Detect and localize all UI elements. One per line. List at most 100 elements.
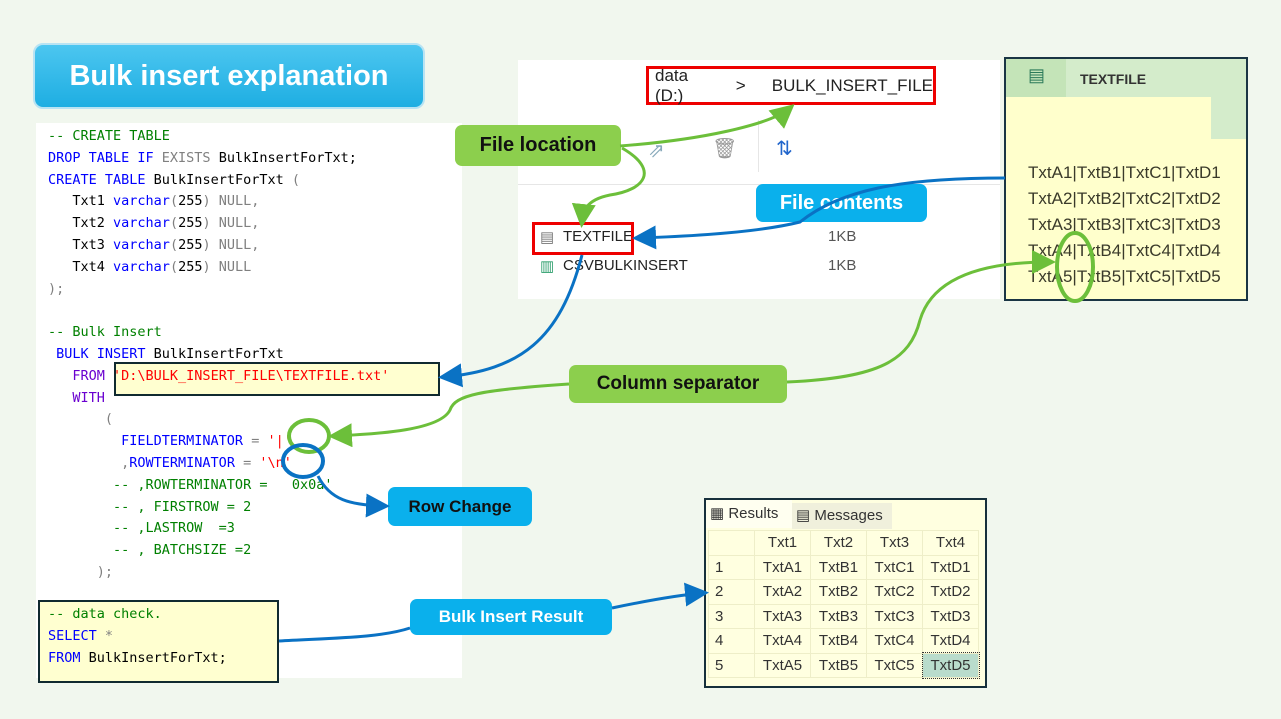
table-cell[interactable]: TxtA1 bbox=[754, 554, 811, 580]
chevron-right-icon: > bbox=[735, 75, 746, 95]
notepad-line: TxtA5|TxtB5|TxtC5|TxtD5 bbox=[1028, 267, 1221, 286]
trash-icon[interactable]: 🗑 bbox=[712, 136, 737, 161]
code-token: Txt4 bbox=[48, 258, 114, 275]
tab-messages[interactable]: ▤ Messages bbox=[792, 503, 892, 529]
code-line: -- , BATCHSIZE =2 bbox=[48, 540, 251, 560]
code-token: Txt1 bbox=[48, 193, 114, 210]
code-token: FIELDTERMINATOR bbox=[48, 433, 252, 450]
data-check-query: -- data check. SELECT * FROM BulkInsertFor… bbox=[38, 600, 279, 683]
code-token: ( bbox=[169, 258, 179, 275]
table-cell[interactable]: TxtB1 bbox=[810, 554, 867, 580]
header-row: Txt1 Txt2 Txt3 Txt4 bbox=[708, 530, 979, 556]
file-size: 1KB bbox=[828, 228, 857, 245]
code-token: * bbox=[104, 628, 114, 644]
table-row: 5 TxtA5 TxtB5 TxtC5 TxtD5 bbox=[708, 652, 980, 679]
table-cell[interactable]: TxtA3 bbox=[754, 603, 811, 629]
breadcrumb-folder[interactable]: BULK_INSERT_FILE bbox=[772, 76, 933, 96]
code-token: ( bbox=[291, 171, 300, 188]
column-header[interactable]: Txt4 bbox=[922, 530, 979, 556]
row-number[interactable]: 3 bbox=[708, 603, 755, 629]
label-row-change: Row Change bbox=[388, 487, 532, 526]
table-cell[interactable]: TxtA2 bbox=[754, 579, 811, 605]
code-line: FROM 'D:\BULK_INSERT_FILE\TEXTFILE.txt' bbox=[48, 366, 389, 386]
table-cell[interactable]: TxtC4 bbox=[866, 628, 923, 654]
code-token: EXISTS bbox=[161, 149, 219, 166]
code-line: -- , FIRSTROW = 2 bbox=[48, 497, 251, 517]
code-line: Txt3 varchar(255) NULL, bbox=[48, 235, 259, 255]
code-token: varchar bbox=[113, 237, 170, 253]
code-token: ) NULL, bbox=[202, 193, 260, 210]
row-number[interactable]: 1 bbox=[708, 554, 755, 580]
table-cell[interactable]: TxtD3 bbox=[922, 603, 979, 629]
column-header[interactable]: Txt3 bbox=[866, 530, 923, 556]
table-cell[interactable]: TxtD5 bbox=[921, 652, 980, 679]
code-token: 255 bbox=[178, 215, 203, 232]
code-line: Txt2 varchar(255) NULL, bbox=[48, 213, 259, 233]
table-cell[interactable]: TxtC1 bbox=[866, 554, 923, 580]
code-token: ( bbox=[48, 411, 114, 428]
code-token: , bbox=[48, 455, 130, 471]
table-cell[interactable]: TxtA4 bbox=[754, 628, 811, 654]
row-number[interactable]: 4 bbox=[708, 628, 755, 654]
label-file-location: File location bbox=[455, 125, 621, 166]
file-name: CSVBULKINSERT bbox=[563, 257, 688, 274]
code-token: ( bbox=[169, 237, 179, 253]
column-header[interactable]: Txt2 bbox=[810, 530, 867, 556]
notepad-line: TxtA1|TxtB1|TxtC1|TxtD1 bbox=[1028, 163, 1221, 182]
code-token: 255 bbox=[178, 193, 203, 210]
code-token: ); bbox=[48, 280, 65, 297]
table-cell[interactable]: TxtB5 bbox=[810, 652, 867, 678]
table-cell[interactable]: TxtD1 bbox=[922, 554, 979, 580]
code-token: Txt3 bbox=[48, 237, 114, 253]
code-token: Txt2 bbox=[48, 215, 114, 232]
row-number[interactable]: 5 bbox=[708, 652, 755, 678]
breadcrumb-drive[interactable]: data (D:) bbox=[655, 66, 710, 106]
code-line: -- CREATE TABLE bbox=[48, 126, 170, 146]
table-cell[interactable]: TxtC2 bbox=[866, 579, 923, 605]
code-token: varchar bbox=[113, 215, 170, 232]
notepad-line: TxtA3|TxtB3|TxtC3|TxtD3 bbox=[1028, 215, 1221, 234]
sort-icon[interactable]: ⇅ bbox=[776, 136, 793, 161]
code-token: '|' bbox=[267, 433, 292, 450]
notepad-tab[interactable]: TEXTFILE bbox=[1080, 71, 1146, 87]
code-token: ( bbox=[169, 193, 179, 210]
table-cell[interactable]: TxtB4 bbox=[810, 628, 867, 654]
breadcrumb[interactable]: data (D:) > BULK_INSERT_FILE bbox=[646, 66, 936, 105]
table-cell[interactable]: TxtC5 bbox=[866, 652, 923, 678]
code-line: CREATE TABLE BulkInsertForTxt ( bbox=[48, 170, 300, 190]
code-line: ); bbox=[48, 279, 64, 299]
code-token: -- Bulk Insert bbox=[48, 324, 162, 341]
table-row: 3 TxtA3 TxtB3 TxtC3 TxtD3 bbox=[708, 603, 979, 629]
code-token: -- ,LASTROW =3 bbox=[48, 520, 235, 537]
textfile-highlight bbox=[532, 222, 634, 255]
table-cell[interactable]: TxtC3 bbox=[866, 603, 923, 629]
table-cell[interactable]: TxtB3 bbox=[810, 603, 867, 629]
corner-cell bbox=[708, 530, 755, 556]
code-token: -- data check. bbox=[48, 606, 162, 622]
column-header[interactable]: Txt1 bbox=[754, 530, 811, 556]
share-icon[interactable]: ⇗ bbox=[648, 138, 665, 163]
code-token: varchar bbox=[113, 193, 170, 210]
row-number[interactable]: 2 bbox=[708, 579, 755, 605]
table-cell[interactable]: TxtA5 bbox=[754, 652, 811, 678]
code-token: ( bbox=[169, 215, 179, 232]
table-cell[interactable]: TxtB2 bbox=[810, 579, 867, 605]
code-token: 'D:\BULK_INSERT_FILE\TEXTFILE.txt' bbox=[113, 367, 390, 384]
divider bbox=[758, 120, 759, 172]
table-cell[interactable]: TxtD2 bbox=[922, 579, 979, 605]
grid-icon: ▦ bbox=[710, 505, 729, 522]
code-token: SELECT bbox=[48, 628, 105, 644]
file-row[interactable]: ▥ CSVBULKINSERT 1KB bbox=[538, 257, 938, 279]
code-token: -- CREATE TABLE bbox=[48, 128, 170, 144]
code-token: '\n' bbox=[259, 455, 292, 471]
code-token: = bbox=[251, 433, 268, 450]
table-cell[interactable]: TxtD4 bbox=[922, 628, 979, 654]
code-token: ) NULL, bbox=[202, 237, 260, 253]
table-row: 2 TxtA2 TxtB2 TxtC2 TxtD2 bbox=[708, 579, 979, 605]
code-token: FROM bbox=[48, 367, 114, 384]
code-line: ); bbox=[48, 562, 113, 582]
tab-results[interactable]: ▦ Results bbox=[706, 500, 792, 528]
results-grid: ▦ Results ▤ Messages Txt1 Txt2 Txt3 Txt4 1 Tx… bbox=[704, 498, 987, 688]
code-line: -- ,LASTROW =3 bbox=[48, 518, 235, 538]
code-token: BulkInsertForTxt bbox=[153, 171, 292, 188]
